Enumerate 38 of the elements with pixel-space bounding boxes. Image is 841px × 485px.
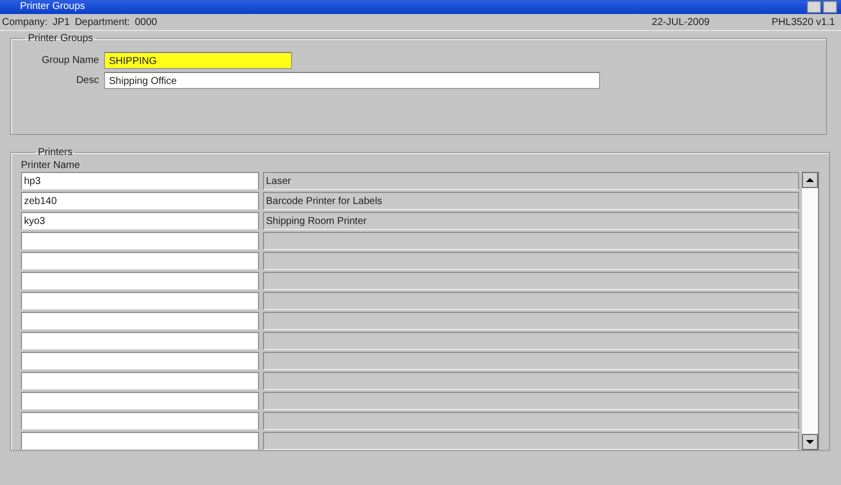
scroll-up-button[interactable]	[802, 172, 818, 188]
printer-name-field[interactable]	[21, 332, 259, 350]
date-text: 22-JUL-2009	[652, 16, 710, 28]
scrollbar[interactable]	[802, 172, 819, 450]
printer-name-field[interactable]	[21, 392, 259, 410]
panel-legend: Printer Groups	[25, 33, 96, 44]
printer-name-field[interactable]	[21, 232, 259, 250]
version-text: PHL3520 v1.1	[772, 16, 835, 28]
printer-name-field[interactable]	[21, 252, 259, 270]
printer-name-field[interactable]	[21, 412, 259, 430]
close-button[interactable]	[823, 1, 837, 13]
minimize-button[interactable]	[807, 1, 821, 13]
field-label: Desc	[75, 75, 100, 86]
description-cell: Laser	[263, 172, 799, 190]
description-cell: Shipping Room Printer	[263, 212, 799, 230]
panel-legend: Printers	[35, 147, 76, 158]
printer-name-field[interactable]	[21, 272, 259, 290]
printer-name-field[interactable]	[21, 372, 259, 390]
printer-name-field[interactable]	[21, 312, 259, 330]
printer-name-field[interactable]	[21, 352, 259, 370]
down-arrow-icon	[806, 440, 814, 444]
department-label: Department:	[74, 16, 130, 28]
printer-name-field[interactable]: zeb140	[21, 192, 259, 210]
input-field[interactable]: SHIPPING	[104, 52, 292, 69]
field-label: Group Name	[40, 55, 100, 66]
printer-name-field[interactable]	[21, 292, 259, 310]
department-value: 0000	[134, 16, 158, 28]
column-header: Printer Name	[21, 159, 81, 172]
printer-name-field[interactable]: kyo3	[21, 212, 259, 230]
printer-name-field[interactable]	[21, 432, 259, 450]
company-value: JP1	[52, 16, 70, 28]
printer-name-field[interactable]: hp3	[21, 172, 259, 190]
up-arrow-icon	[806, 178, 814, 182]
input-field[interactable]: Shipping Office	[104, 72, 600, 89]
window-title: Printer Groups	[20, 1, 86, 13]
description-cell: Barcode Printer for Labels	[263, 192, 799, 210]
scroll-down-button[interactable]	[802, 434, 818, 450]
company-label: Company:	[2, 16, 48, 28]
